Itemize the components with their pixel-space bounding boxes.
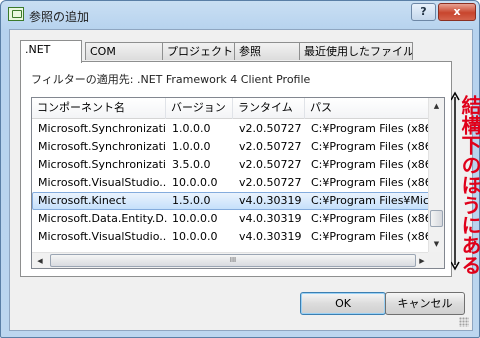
cancel-button[interactable]: キャンセル [385, 292, 465, 315]
table-row[interactable]: Microsoft.Synchronizati... 1.0.0.0 v2.0.… [32, 120, 430, 138]
cell-runtime: v2.0.50727 [239, 176, 302, 189]
list-rows: Microsoft.Synchronizati... 1.0.0.0 v2.0.… [32, 120, 430, 253]
cell-version: 1.0.0.0 [172, 140, 211, 153]
cell-path: C:¥Program Files (x86... [311, 140, 430, 153]
column-header-version[interactable]: バージョン [166, 98, 233, 119]
cell-name: Microsoft.VisualStudio.... [38, 176, 167, 189]
scroll-down-arrow-icon[interactable]: ▼ [429, 236, 444, 252]
tab-browse[interactable]: 参照 [234, 42, 300, 60]
horizontal-scroll-thumb[interactable]: III [50, 254, 416, 267]
tab-com[interactable]: COM [85, 42, 163, 60]
scroll-corner [428, 252, 444, 268]
annotation-text: 結構下のほうにある [458, 95, 480, 275]
cell-version: 1.0.0.0 [172, 122, 211, 135]
cell-runtime: v2.0.50727 [239, 158, 302, 171]
tab-panel: フィルターの適用先: .NET Framework 4 Client Profi… [20, 61, 452, 277]
cell-name: Microsoft.Data.Entity.D... [38, 212, 167, 225]
dialog-window: 参照の追加 ? x .NET COM プロジェクト 参照 最近使用したファイル … [0, 0, 480, 338]
column-header-name[interactable]: コンポーネント名 [32, 98, 166, 119]
close-button[interactable]: x [438, 3, 476, 21]
cell-name: Microsoft.Synchronizati... [38, 140, 167, 153]
cell-runtime: v4.0.30319 [239, 194, 302, 207]
column-header-path[interactable]: パス [305, 98, 430, 119]
filter-label: フィルターの適用先: .NET Framework 4 Client Profi… [31, 73, 311, 86]
table-row[interactable]: Microsoft.Synchronizati... 3.5.0.0 v2.0.… [32, 156, 430, 174]
cell-path: C:¥Program Files¥Micr... [311, 194, 430, 207]
cell-runtime: v4.0.30319 [239, 230, 302, 243]
cell-name: Microsoft.VisualStudio.... [38, 230, 167, 243]
cell-path: C:¥Program Files (x86... [311, 176, 430, 189]
window-title: 参照の追加 [29, 10, 90, 24]
cell-version: 10.0.0.0 [172, 176, 218, 189]
component-list[interactable]: コンポーネント名 バージョン ランタイム パス Microsoft.Synchr… [31, 97, 445, 269]
table-row[interactable]: Microsoft.Data.Entity.D... 10.0.0.0 v4.0… [32, 210, 430, 228]
cell-version: 10.0.0.0 [172, 212, 218, 225]
cell-path: C:¥Program Files (x86... [311, 158, 430, 171]
cell-name: Microsoft.Synchronizati... [38, 122, 167, 135]
scroll-up-arrow-icon[interactable]: ▲ [429, 98, 444, 114]
app-icon [8, 7, 24, 21]
column-header-runtime[interactable]: ランタイム [233, 98, 305, 119]
cell-name: Microsoft.Synchronizati... [38, 158, 167, 171]
cell-path: C:¥Program Files (x86... [311, 212, 430, 225]
table-row-selected[interactable]: Microsoft.Kinect 1.5.0.0 v4.0.30319 C:¥P… [32, 192, 430, 210]
cell-path: C:¥Program Files (x86... [311, 230, 430, 243]
cell-version: 3.5.0.0 [172, 158, 211, 171]
list-header: コンポーネント名 バージョン ランタイム パス [32, 98, 430, 119]
vertical-scroll-thumb[interactable] [430, 210, 443, 227]
vertical-scrollbar[interactable]: ▲ ▼ [428, 98, 444, 252]
cell-name: Microsoft.Kinect [38, 194, 126, 207]
table-row[interactable]: Microsoft.VisualStudio.... 10.0.0.0 v4.0… [32, 228, 430, 246]
cell-version: 1.5.0.0 [172, 194, 211, 207]
resize-grip-icon[interactable] [459, 317, 469, 327]
table-row[interactable]: Microsoft.VisualStudio.... 10.0.0.0 v2.0… [32, 174, 430, 192]
scroll-left-arrow-icon[interactable]: ◀ [32, 253, 48, 268]
tab-project[interactable]: プロジェクト [162, 42, 235, 60]
cell-version: 10.0.0.0 [172, 230, 218, 243]
cell-runtime: v4.0.30319 [239, 212, 302, 225]
cell-runtime: v2.0.50727 [239, 122, 302, 135]
help-button[interactable]: ? [411, 3, 436, 21]
title-bar[interactable]: 参照の追加 ? x [1, 1, 479, 29]
tab-strip: .NET COM プロジェクト 参照 最近使用したファイル [20, 40, 420, 63]
cell-runtime: v2.0.50727 [239, 140, 302, 153]
cell-path: C:¥Program Files (x86... [311, 122, 430, 135]
horizontal-scrollbar[interactable]: ◀ III ▶ [32, 252, 430, 268]
tab-recent[interactable]: 最近使用したファイル [299, 42, 413, 60]
tab-dotnet[interactable]: .NET [20, 40, 82, 63]
table-row[interactable]: Microsoft.Synchronizati... 1.0.0.0 v2.0.… [32, 138, 430, 156]
ok-button[interactable]: OK [300, 292, 386, 315]
dialog-client-area: .NET COM プロジェクト 参照 最近使用したファイル フィルターの適用先:… [9, 29, 473, 331]
